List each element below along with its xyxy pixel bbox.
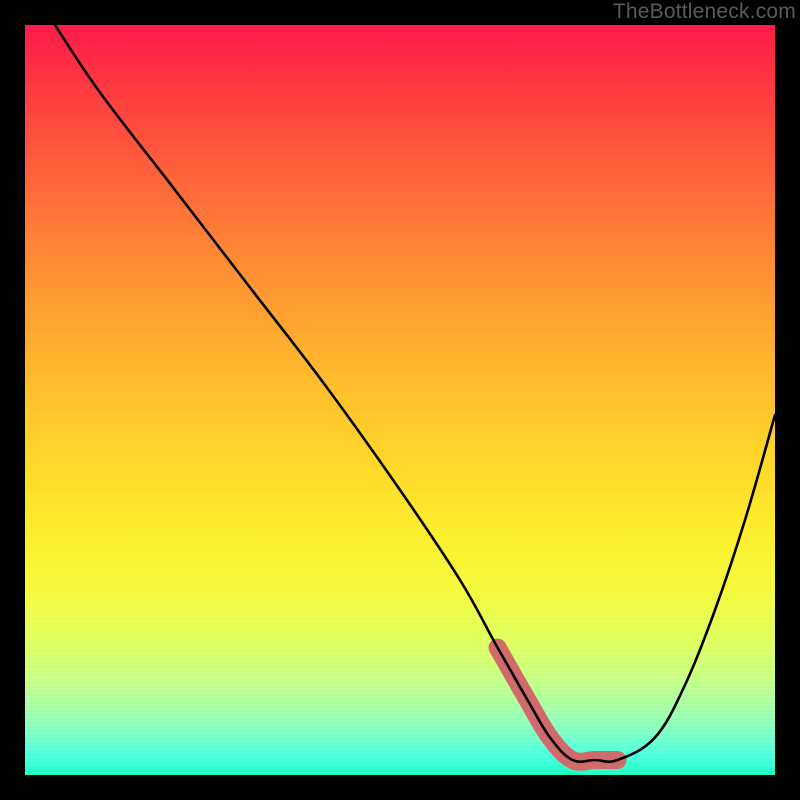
highlight-segment [498,648,618,762]
watermark-text: TheBottleneck.com [613,0,796,24]
chart-container: TheBottleneck.com [0,0,800,800]
chart-svg [25,25,775,775]
bottleneck-curve [55,25,775,762]
plot-area [25,25,775,775]
